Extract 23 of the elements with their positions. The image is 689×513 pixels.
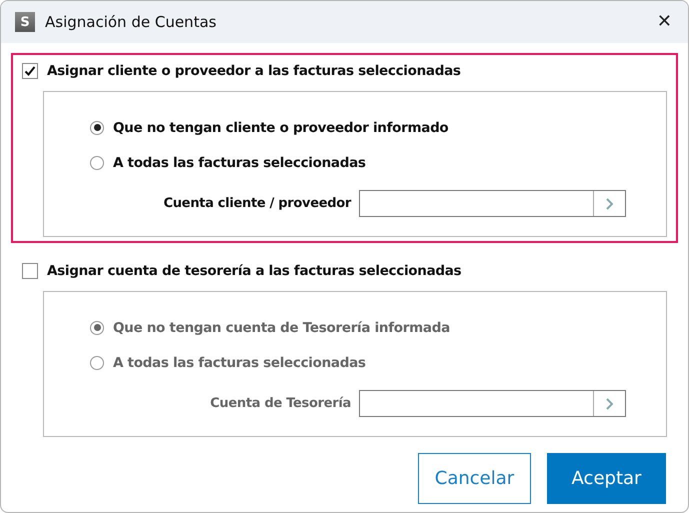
- checkbox-label: Asignar cliente o proveedor a las facturas seleccionadas: [47, 63, 461, 79]
- field-label: Cuenta de Tesorería: [210, 396, 351, 411]
- field-label: Cuenta cliente / proveedor: [163, 196, 351, 211]
- chevron-right-icon: [606, 198, 613, 210]
- app-logo: S: [15, 12, 35, 32]
- cancel-button[interactable]: Cancelar: [418, 453, 531, 504]
- checkbox[interactable]: [22, 63, 38, 79]
- radio-label: A todas las facturas seleccionadas: [113, 154, 366, 170]
- radio-button[interactable]: [90, 356, 104, 370]
- accept-button[interactable]: Aceptar: [547, 453, 666, 504]
- window-title: Asignación de Cuentas: [45, 13, 218, 31]
- checkbox[interactable]: [22, 263, 38, 279]
- radio-label: A todas las facturas seleccionadas: [113, 354, 366, 370]
- radio-button[interactable]: [90, 320, 104, 334]
- account-field[interactable]: [359, 390, 626, 417]
- checkbox-label: Asignar cuenta de tesorería a las facturas seleccionadas: [47, 263, 462, 279]
- account-field[interactable]: [359, 190, 626, 217]
- radio-label: Que no tengan cliente o proveedor informado: [113, 120, 448, 136]
- radio-button[interactable]: [90, 120, 104, 134]
- radio-button[interactable]: [90, 156, 104, 170]
- radio-label: Que no tengan cuenta de Tesorería informada: [113, 320, 450, 336]
- chevron-right-icon: [606, 398, 613, 410]
- close-button[interactable]: ✕: [650, 13, 678, 31]
